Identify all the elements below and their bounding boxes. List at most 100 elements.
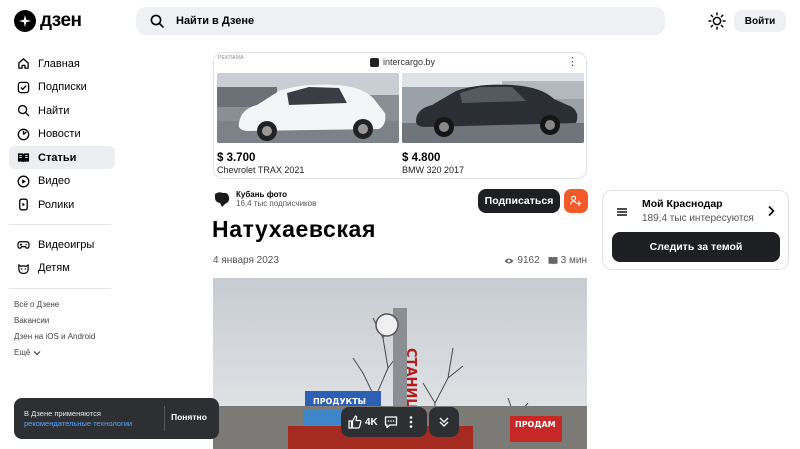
search-icon: [150, 14, 164, 28]
sidebar-item-news[interactable]: Новости: [9, 123, 115, 146]
svg-text:ПРОДАМ: ПРОДАМ: [515, 420, 556, 429]
sidebar-item-label: Видеоигры: [38, 238, 95, 251]
article-meta: 9162 3 мин: [504, 255, 587, 266]
read-time: 3 мин: [548, 255, 587, 266]
car-image: [217, 73, 399, 143]
chevron-down-icon: [33, 350, 41, 355]
share-icon: [570, 195, 582, 206]
subscribe-button[interactable]: Подписаться: [478, 189, 560, 213]
more-label: Ещё: [14, 348, 31, 357]
footer-links: Всё о Дзене Вакансии Дзен на iOS и Andro…: [9, 297, 115, 361]
eye-icon: [504, 258, 514, 263]
share-button[interactable]: [564, 189, 588, 213]
sidebar-item-articles[interactable]: Статьи: [9, 146, 115, 169]
search-placeholder: Найти в Дзене: [176, 15, 255, 27]
author-block[interactable]: Кубань фото 16,4 тыс подписчиков: [213, 190, 316, 208]
sidebar-item-label: Видео: [38, 175, 71, 187]
dzen-page: дзен Найти в Дзене Войти Главная Подписк…: [0, 0, 800, 449]
comment-icon[interactable]: [384, 415, 398, 429]
dzen-logo-icon: [14, 10, 36, 32]
link-vacancies[interactable]: Вакансии: [14, 313, 115, 329]
cookie-message: В Дзене применяются: [24, 409, 101, 418]
article-actions-bar: 4K: [341, 407, 427, 437]
author-subscribers: 16,4 тыс подписчиков: [236, 199, 317, 208]
gamepad-icon: [17, 241, 30, 249]
news-icon: [17, 128, 30, 140]
sidebar-item-home[interactable]: Главная: [9, 52, 115, 75]
kids-icon: [18, 263, 29, 274]
link-about[interactable]: Всё о Дзене: [14, 297, 115, 313]
ad-source[interactable]: intercargo.by: [370, 57, 435, 67]
svg-text:СТАНИЦ: СТАНИЦ: [403, 348, 418, 410]
ad-car-card[interactable]: $ 4.800 BMW 320 2017: [402, 73, 584, 175]
chevron-right-icon[interactable]: [766, 205, 776, 217]
cookie-link[interactable]: рекомендательные технологии: [24, 419, 132, 428]
avatar: [215, 192, 230, 207]
more-options-icon[interactable]: ⋮: [567, 55, 578, 68]
shorts-icon: [19, 198, 28, 211]
cookie-divider: [164, 406, 165, 431]
topic-subscribers: 189,4 тыс интересуются: [642, 213, 754, 224]
like-button[interactable]: 4K: [348, 415, 378, 429]
topic-card: Мой Краснодар 189,4 тыс интересуются Сле…: [602, 190, 789, 270]
cookie-text: В Дзене применяются рекомендательные тех…: [24, 409, 132, 429]
subscriptions-icon: [17, 81, 30, 93]
sidebar-item-subscriptions[interactable]: Подписки: [9, 76, 115, 99]
thumbs-up-icon: [348, 415, 362, 429]
video-icon: [17, 175, 30, 187]
sidebar-item-label: Подписки: [38, 81, 87, 93]
car-name: BMW 320 2017: [402, 165, 465, 175]
ad-block[interactable]: РЕКЛАМА intercargo.by ⋮ $ 3.700 Chevrole…: [213, 52, 587, 179]
car-image: [402, 73, 584, 143]
author-info: Кубань фото 16,4 тыс подписчиков: [236, 190, 316, 208]
like-count: 4K: [365, 416, 378, 428]
search-icon: [17, 104, 30, 117]
ad-favicon-icon: [370, 57, 379, 67]
sidebar-item-label: Найти: [38, 104, 70, 117]
author-name[interactable]: Кубань фото: [236, 190, 316, 199]
sidebar-item-kids[interactable]: Детям: [9, 257, 115, 280]
scroll-down-button[interactable]: [429, 407, 459, 437]
ad-source-text: intercargo.by: [383, 57, 436, 67]
sidebar-item-shorts[interactable]: Ролики: [9, 193, 115, 216]
car-price: $ 4.800: [402, 152, 441, 164]
car-price: $ 3.700: [217, 152, 256, 164]
book-icon: [548, 257, 558, 265]
views-value: 9162: [517, 255, 540, 266]
search-input[interactable]: Найти в Дзене: [136, 7, 665, 35]
article-date: 4 января 2023: [213, 255, 279, 266]
ad-car-card[interactable]: $ 3.700 Chevrolet TRAX 2021: [217, 73, 399, 175]
sidebar-item-videogames[interactable]: Видеоигры: [9, 233, 115, 256]
sidebar-item-label: Главная: [38, 57, 80, 70]
more-vertical-icon[interactable]: [404, 415, 418, 429]
login-button[interactable]: Войти: [734, 10, 786, 32]
svg-text:ПРОДУКТЫ: ПРОДУКТЫ: [313, 397, 366, 406]
follow-topic-button[interactable]: Следить за темой: [612, 232, 780, 262]
sidebar-item-label: Статьи: [38, 151, 77, 164]
views-count: 9162: [504, 255, 540, 266]
menu-icon: [617, 208, 627, 216]
cookie-accept-button[interactable]: Понятно: [171, 412, 207, 422]
car-name: Chevrolet TRAX 2021: [217, 165, 305, 175]
dzen-logo[interactable]: дзен: [14, 10, 82, 32]
logo-text: дзен: [40, 10, 82, 31]
sidebar-divider: [9, 287, 111, 289]
topic-name[interactable]: Мой Краснодар: [642, 198, 723, 210]
home-icon: [18, 58, 29, 69]
article-title: Натухаевская: [212, 216, 376, 242]
sidebar: Главная Подписки Найти Новости Статьи Ви…: [9, 52, 115, 361]
theme-toggle-sun-icon[interactable]: [708, 12, 726, 30]
read-time-value: 3 мин: [560, 255, 587, 266]
sidebar-item-label: Детям: [38, 262, 70, 274]
ad-label: РЕКЛАМА: [218, 55, 244, 61]
articles-icon: [17, 153, 30, 163]
sidebar-item-search[interactable]: Найти: [9, 99, 115, 122]
double-chevron-down-icon: [439, 417, 449, 427]
sidebar-item-label: Ролики: [38, 198, 75, 211]
cookie-notice: В Дзене применяются рекомендательные тех…: [14, 398, 219, 439]
link-more[interactable]: Ещё: [14, 345, 115, 361]
link-apps[interactable]: Дзен на iOS и Android: [14, 329, 115, 345]
sidebar-divider: [9, 224, 111, 225]
sidebar-item-label: Новости: [38, 128, 81, 140]
sidebar-item-video[interactable]: Видео: [9, 170, 115, 193]
